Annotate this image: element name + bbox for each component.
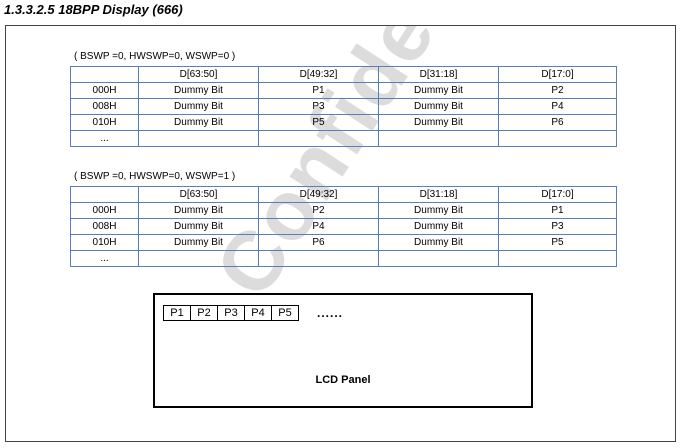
data-cell: P6 <box>258 234 379 251</box>
data-cell: P1 <box>498 202 617 219</box>
header-cell <box>70 186 139 203</box>
data-cell <box>378 130 499 147</box>
data-cell: P3 <box>498 218 617 235</box>
address-cell: 000H <box>70 82 139 99</box>
data-cell: P5 <box>258 114 379 131</box>
header-cell: D[17:0] <box>498 186 617 203</box>
section-heading: 1.3.3.2.5 18BPP Display (666) <box>4 2 183 17</box>
data-cell <box>138 130 259 147</box>
data-cell: Dummy Bit <box>138 82 259 99</box>
table-row: 010H Dummy Bit P5 Dummy Bit P6 <box>70 114 617 131</box>
data-cell: Dummy Bit <box>378 202 499 219</box>
data-cell: Dummy Bit <box>138 234 259 251</box>
table-2-caption: ( BSWP =0, HWSWP=0, WSWP=1 ) <box>74 171 236 182</box>
data-cell: Dummy Bit <box>138 218 259 235</box>
address-cell: 008H <box>70 218 139 235</box>
table-row: 010H Dummy Bit P6 Dummy Bit P5 <box>70 234 617 251</box>
table-row: 008H Dummy Bit P4 Dummy Bit P3 <box>70 218 617 235</box>
data-cell: P3 <box>258 98 379 115</box>
pixel-cell: P5 <box>271 305 299 321</box>
data-cell: Dummy Bit <box>138 114 259 131</box>
table-header-row: D[63:50] D[49:32] D[31:18] D[17:0] <box>70 66 617 83</box>
pixel-cell: P4 <box>244 305 272 321</box>
data-cell <box>498 130 617 147</box>
pixel-cell: P1 <box>163 305 191 321</box>
header-cell <box>70 66 139 83</box>
data-cell: Dummy Bit <box>378 114 499 131</box>
data-cell: P2 <box>258 202 379 219</box>
address-cell: 000H <box>70 202 139 219</box>
lcd-panel-label: LCD Panel <box>315 374 371 386</box>
data-cell: P5 <box>498 234 617 251</box>
data-cell: P4 <box>258 218 379 235</box>
data-cell: Dummy Bit <box>138 98 259 115</box>
data-cell: P2 <box>498 82 617 99</box>
data-cell: P6 <box>498 114 617 131</box>
register-table-wswp1: D[63:50] D[49:32] D[31:18] D[17:0] 000H … <box>70 186 617 267</box>
table-row: 008H Dummy Bit P3 Dummy Bit P4 <box>70 98 617 115</box>
address-cell: ... <box>70 130 139 147</box>
data-cell: P1 <box>258 82 379 99</box>
header-cell: D[17:0] <box>498 66 617 83</box>
header-cell: D[31:18] <box>378 186 499 203</box>
header-cell: D[63:50] <box>138 66 259 83</box>
address-cell: 008H <box>70 98 139 115</box>
header-cell: D[49:32] <box>258 66 379 83</box>
figure-frame: Confidential ( BSWP =0, HWSWP=0, WSWP=0 … <box>5 25 676 442</box>
continuation-dots: ...... <box>317 306 344 320</box>
address-cell: 010H <box>70 114 139 131</box>
table-header-row: D[63:50] D[49:32] D[31:18] D[17:0] <box>70 186 617 203</box>
data-cell <box>258 130 379 147</box>
header-cell: D[31:18] <box>378 66 499 83</box>
data-cell <box>138 250 259 267</box>
data-cell <box>498 250 617 267</box>
table-1-caption: ( BSWP =0, HWSWP=0, WSWP=0 ) <box>74 51 236 62</box>
data-cell <box>378 250 499 267</box>
header-cell: D[49:32] <box>258 186 379 203</box>
table-row: ... <box>70 130 617 147</box>
data-cell <box>258 250 379 267</box>
data-cell: P4 <box>498 98 617 115</box>
data-cell: Dummy Bit <box>378 234 499 251</box>
data-cell: Dummy Bit <box>378 82 499 99</box>
table-row: 000H Dummy Bit P2 Dummy Bit P1 <box>70 202 617 219</box>
lcd-panel-diagram: P1 P2 P3 P4 P5 ...... LCD Panel <box>153 293 533 408</box>
header-cell: D[63:50] <box>138 186 259 203</box>
address-cell: ... <box>70 250 139 267</box>
data-cell: Dummy Bit <box>138 202 259 219</box>
register-table-wswp0: D[63:50] D[49:32] D[31:18] D[17:0] 000H … <box>70 66 617 147</box>
pixel-row: P1 P2 P3 P4 P5 <box>163 305 299 321</box>
data-cell: Dummy Bit <box>378 98 499 115</box>
pixel-cell: P3 <box>217 305 245 321</box>
table-row: ... <box>70 250 617 267</box>
address-cell: 010H <box>70 234 139 251</box>
pixel-cell: P2 <box>190 305 218 321</box>
data-cell: Dummy Bit <box>378 218 499 235</box>
table-row: 000H Dummy Bit P1 Dummy Bit P2 <box>70 82 617 99</box>
